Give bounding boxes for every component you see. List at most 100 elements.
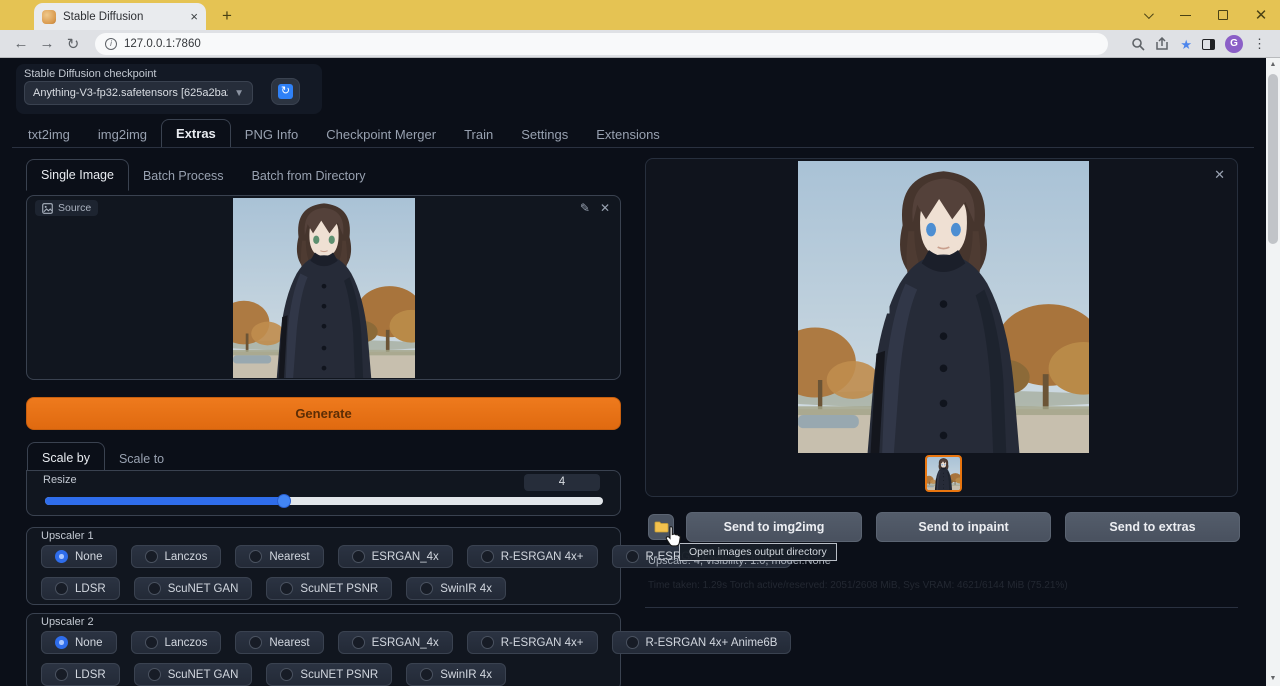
tab-train[interactable]: Train — [450, 121, 507, 148]
upscaler1-option-nearest[interactable]: Nearest — [235, 545, 323, 568]
resize-slider[interactable] — [45, 497, 603, 505]
radio-icon — [481, 550, 494, 563]
upscaler2-option-scunet-psnr[interactable]: ScuNET PSNR — [266, 663, 392, 686]
subtab-batch-from-directory[interactable]: Batch from Directory — [238, 161, 380, 191]
upscaler1-option-swinir4x[interactable]: SwinIR 4x — [406, 577, 506, 600]
gallery-close-icon[interactable]: ✕ — [1214, 167, 1225, 183]
upscaler2-option-scunet-gan[interactable]: ScuNET GAN — [134, 663, 253, 686]
reload-icon[interactable]: ↻ — [60, 35, 86, 53]
forward-icon[interactable]: → — [34, 35, 60, 52]
tab-close-icon[interactable]: × — [190, 9, 198, 24]
refresh-checkpoints-button[interactable]: ↻ — [271, 78, 300, 105]
upscaler2-option-ldsr[interactable]: LDSR — [41, 663, 120, 686]
radio-icon — [626, 550, 639, 563]
close-icon[interactable]: ✕ — [1242, 0, 1280, 30]
upscaler1-option-scunet-gan[interactable]: ScuNET GAN — [134, 577, 253, 600]
scroll-down-icon[interactable]: ▼ — [1266, 672, 1280, 686]
source-image-dropzone[interactable]: Source ✎ ✕ — [26, 195, 621, 380]
result-thumbnail[interactable] — [925, 455, 962, 492]
cursor-pointer-icon — [664, 526, 681, 552]
tab-png-info[interactable]: PNG Info — [231, 121, 312, 148]
slider-handle[interactable] — [277, 494, 291, 508]
resize-label: Resize — [43, 474, 77, 486]
radio-icon — [280, 582, 293, 595]
generate-button[interactable]: Generate — [26, 397, 621, 430]
menu-dots-icon[interactable]: ⋮ — [1253, 36, 1266, 52]
tab-settings[interactable]: Settings — [507, 121, 582, 148]
result-gallery: ✕ — [645, 158, 1238, 497]
edit-pencil-icon[interactable]: ✎ — [580, 201, 590, 215]
subtab-single-image[interactable]: Single Image — [26, 159, 129, 191]
upscaler1-option-none[interactable]: None — [41, 545, 117, 568]
radio-icon — [352, 636, 365, 649]
browser-tab[interactable]: Stable Diffusion × — [34, 3, 206, 30]
upscaler1-option-lanczos[interactable]: Lanczos — [131, 545, 222, 568]
upscaler-1-label: Upscaler 1 — [41, 530, 94, 542]
send-to-inpaint-button[interactable]: Send to inpaint — [876, 512, 1051, 542]
main-tabs: txt2img img2img Extras PNG Info Checkpoi… — [14, 120, 674, 148]
upscaler2-option-none[interactable]: None — [41, 631, 117, 654]
side-panel-icon[interactable] — [1202, 39, 1215, 50]
extras-subtabs: Single Image Batch Process Batch from Di… — [26, 159, 379, 191]
refresh-icon: ↻ — [278, 84, 293, 99]
radio-icon — [55, 636, 68, 649]
upscaler2-option-nearest[interactable]: Nearest — [235, 631, 323, 654]
divider — [645, 607, 1238, 608]
radio-icon — [145, 636, 158, 649]
image-icon — [42, 203, 53, 214]
minimize-icon[interactable] — [1166, 0, 1204, 30]
chevron-down-icon: ▼ — [234, 88, 244, 99]
upscaler2-option-resrgan-anime6b[interactable]: R-ESRGAN 4x+ Anime6B — [612, 631, 792, 654]
result-image[interactable] — [798, 161, 1089, 453]
tab-img2img[interactable]: img2img — [84, 121, 161, 148]
radio-icon — [145, 550, 158, 563]
url-text: 127.0.0.1:7860 — [124, 38, 201, 50]
scroll-up-icon[interactable]: ▲ — [1266, 58, 1280, 72]
back-icon[interactable]: ← — [8, 35, 34, 52]
bookmark-star-icon[interactable]: ★ — [1180, 38, 1192, 51]
scrollbar-thumb[interactable] — [1268, 74, 1278, 244]
tab-title: Stable Diffusion — [63, 11, 183, 23]
upscaler1-option-scunet-psnr[interactable]: ScuNET PSNR — [266, 577, 392, 600]
send-to-extras-button[interactable]: Send to extras — [1065, 512, 1240, 542]
zoom-icon[interactable] — [1131, 37, 1145, 51]
send-to-img2img-button[interactable]: Send to img2img — [686, 512, 862, 542]
screen: Stable Diffusion × + ✕ ← → ↻ i 127.0.0.1… — [0, 0, 1280, 686]
slider-fill — [45, 497, 284, 505]
upscaler1-option-resrgan4x[interactable]: R-ESRGAN 4x+ — [467, 545, 598, 568]
radio-icon — [249, 636, 262, 649]
restore-icon[interactable] — [1204, 0, 1242, 30]
site-info-icon[interactable]: i — [105, 38, 117, 50]
tooltip: Open images output directory — [679, 543, 837, 561]
upscaler1-option-esrgan4x[interactable]: ESRGAN_4x — [338, 545, 453, 568]
radio-icon — [249, 550, 262, 563]
tab-checkpoint-merger[interactable]: Checkpoint Merger — [312, 121, 450, 148]
share-icon[interactable] — [1155, 37, 1170, 51]
upscaler2-option-resrgan4x[interactable]: R-ESRGAN 4x+ — [467, 631, 598, 654]
avatar[interactable]: G — [1225, 35, 1243, 53]
upscaler2-option-swinir4x[interactable]: SwinIR 4x — [406, 663, 506, 686]
footer-stats: Time taken: 1.29s Torch active/reserved:… — [648, 580, 1068, 591]
source-label: Source — [58, 202, 91, 214]
resize-value-input[interactable]: 4 — [524, 474, 600, 491]
upscaler-2-panel: Upscaler 2 None Lanczos Nearest ESRGAN_4… — [26, 613, 621, 686]
clear-image-icon[interactable]: ✕ — [600, 201, 610, 215]
radio-icon — [352, 550, 365, 563]
window-chevron-icon[interactable] — [1128, 0, 1166, 30]
upscaler1-option-ldsr[interactable]: LDSR — [41, 577, 120, 600]
upscaler2-option-esrgan4x[interactable]: ESRGAN_4x — [338, 631, 453, 654]
tab-extras[interactable]: Extras — [161, 119, 231, 148]
browser-tab-strip: Stable Diffusion × + ✕ — [0, 0, 1280, 30]
upscaler2-option-lanczos[interactable]: Lanczos — [131, 631, 222, 654]
radio-icon — [626, 636, 639, 649]
url-bar[interactable]: i 127.0.0.1:7860 — [95, 33, 1108, 55]
browser-toolbar: ← → ↻ i 127.0.0.1:7860 ★ G ⋮ — [0, 30, 1280, 58]
source-image[interactable] — [233, 198, 415, 378]
tab-extensions[interactable]: Extensions — [582, 121, 674, 148]
subtab-batch-process[interactable]: Batch Process — [129, 161, 238, 191]
checkpoint-label: Stable Diffusion checkpoint — [24, 68, 157, 80]
new-tab-button[interactable]: + — [216, 6, 238, 28]
checkpoint-dropdown[interactable]: Anything-V3-fp32.safetensors [625a2ba2] … — [24, 81, 253, 105]
scrollbar[interactable]: ▲ ▼ — [1266, 58, 1280, 686]
tab-txt2img[interactable]: txt2img — [14, 121, 84, 148]
